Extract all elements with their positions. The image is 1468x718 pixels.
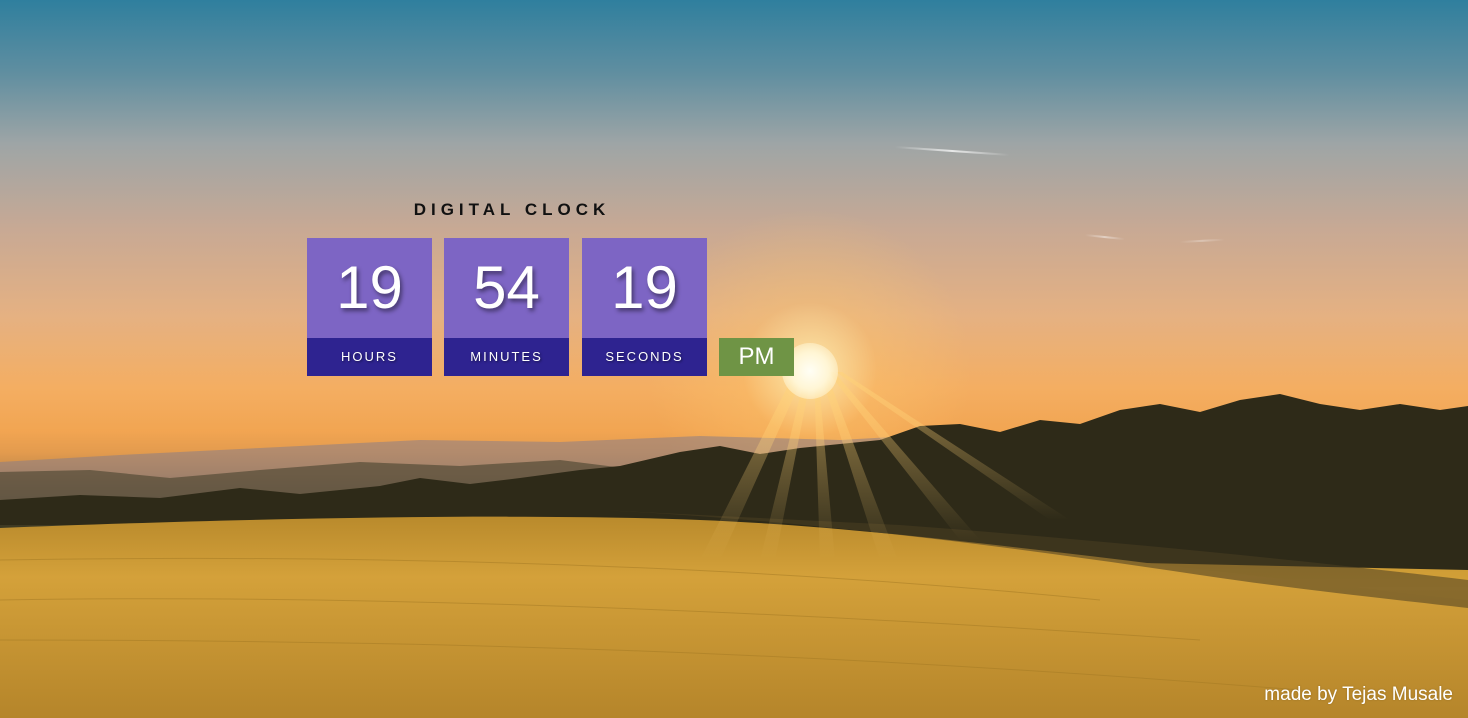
seconds-unit: 19 SECONDS: [582, 238, 707, 376]
seconds-value: 19: [582, 238, 707, 338]
clock-title: DIGITAL CLOCK: [413, 200, 611, 219]
seconds-label: SECONDS: [582, 338, 707, 376]
hours-unit: 19 HOURS: [307, 238, 432, 376]
period-badge: PM: [719, 338, 794, 376]
hours-value: 19: [307, 238, 432, 338]
minutes-label: MINUTES: [444, 338, 569, 376]
minutes-value: 54: [444, 238, 569, 338]
author-credit: made by Tejas Musale: [1264, 684, 1453, 705]
minutes-unit: 54 MINUTES: [444, 238, 569, 376]
hours-label: HOURS: [307, 338, 432, 376]
